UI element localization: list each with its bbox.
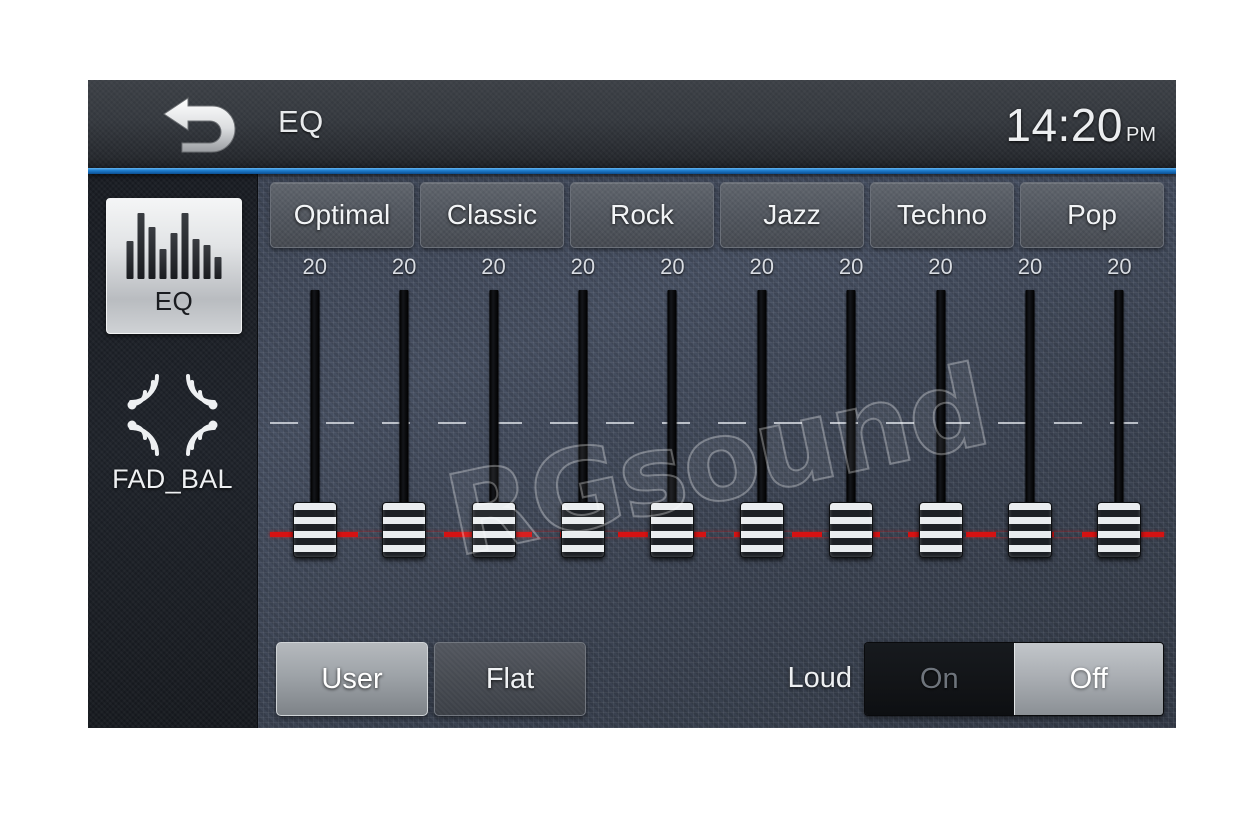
preset-button-optimal[interactable]: Optimal [270,182,414,248]
eq-band-thumb[interactable] [650,502,695,558]
loudness-on-label: On [919,662,959,695]
eq-band-thumb[interactable] [382,502,427,558]
preset-button-label: Jazz [763,199,821,230]
eq-band-value: 20 [928,254,953,279]
loudness-toggle: On Off [864,642,1164,716]
preset-button-pop[interactable]: Pop [1020,182,1164,248]
equalizer-bar-7 [203,245,211,279]
speaker-waves-icon [117,370,229,460]
eq-band-4: 20 [538,254,627,600]
user-preset-label: User [321,662,383,695]
preset-button-row: Optimal Classic Rock Jazz Techno Pop [270,182,1164,248]
flat-preset-label: Flat [485,662,535,695]
eq-panel: RGsound Optimal Classic Rock Jazz Techno Pop … [258,174,1176,728]
blue-accent-divider [88,168,1176,174]
eq-band-value: 20 [749,254,774,279]
equalizer-band-sliders: 20 20 20 20 20 20 20 20 20 20 [270,254,1164,600]
eq-band-thumb[interactable] [292,502,337,558]
equalizer-bar-3 [159,249,167,279]
preset-button-label: Rock [610,199,674,230]
eq-band-thumb[interactable] [1007,502,1052,558]
loudness-label: Loud [787,662,852,694]
flat-preset-button[interactable]: Flat [434,642,586,716]
speaker-wave-top-right-icon [186,374,218,410]
preset-button-label: Pop [1067,199,1117,230]
eq-band-value: 20 [838,254,864,279]
preset-button-label: Techno [896,199,988,230]
back-arrow-icon[interactable] [158,96,244,154]
user-preset-button[interactable]: User [276,642,428,716]
eq-band-7: 20 [806,254,895,600]
content-area: EQ FAD_BAL RGsound Optimal Classic Rock … [88,174,1176,728]
preset-button-jazz[interactable]: Jazz [720,182,864,248]
car-stereo-screen: EQ 14:20 PM EQ FAD_BAL RGsound Optimal C… [88,80,1176,728]
eq-band-9: 20 [985,254,1074,600]
screenshot-canvas: EQ 14:20 PM EQ FAD_BAL RGsound Optimal C… [0,0,1260,840]
loudness-on-button[interactable]: On [865,643,1014,715]
bottom-control-bar: User Flat Loud On Off [270,642,1164,720]
sidebar: EQ FAD_BAL [88,174,258,728]
preset-button-rock[interactable]: Rock [570,182,714,248]
sidebar-item-eq-label: EQ [154,286,194,316]
eq-band-8: 20 [896,254,985,600]
preset-button-classic[interactable]: Classic [420,182,564,248]
equalizer-bar-0 [126,241,134,279]
eq-band-5: 20 [628,254,717,600]
eq-band-thumb[interactable] [471,502,516,558]
back-arrow-glyph [163,97,236,153]
clock-ampm: PM [1126,124,1156,146]
eq-band-3: 20 [449,254,538,600]
eq-band-value: 20 [481,254,506,279]
eq-band-value: 20 [302,254,327,279]
equalizer-bar-2 [148,227,156,279]
equalizer-bar-4 [170,233,178,279]
preset-button-label: Classic [446,199,538,230]
page-title: EQ [278,104,324,139]
sidebar-item-fad-bal[interactable]: FAD_BAL [88,370,257,495]
eq-band-thumb[interactable] [829,502,874,558]
eq-band-value: 20 [660,254,685,279]
equalizer-bar-5 [181,213,189,279]
speaker-wave-bottom-right-icon [186,420,218,456]
sidebar-item-eq[interactable]: EQ [106,198,242,334]
header-bar: EQ 14:20 PM [88,80,1176,168]
eq-band-6: 20 [717,254,806,600]
equalizer-bar-1 [137,213,145,279]
eq-band-thumb[interactable] [560,502,605,558]
speaker-wave-bottom-left-icon [127,420,159,456]
eq-band-thumb[interactable] [918,502,963,558]
eq-band-value: 20 [391,254,417,279]
clock-time: 14:20 [1005,99,1123,151]
preset-button-techno[interactable]: Techno [870,182,1014,248]
eq-band-10: 20 [1075,254,1164,600]
eq-band-1: 20 [270,254,359,600]
loudness-off-button[interactable]: Off [1013,643,1163,715]
preset-button-label: Optimal [293,199,391,230]
eq-band-value: 20 [1107,254,1132,279]
equalizer-bar-8 [214,257,222,279]
eq-band-value: 20 [570,254,596,279]
eq-band-thumb[interactable] [1097,502,1142,558]
equalizer-bar-6 [192,239,200,279]
equalizer-bars-icon [126,213,222,279]
eq-band-value: 20 [1017,254,1043,279]
clock: 14:20 PM [1005,98,1156,152]
speaker-wave-top-left-icon [127,374,159,410]
eq-band-thumb[interactable] [739,502,784,558]
sidebar-item-fad-bal-label: FAD_BAL [112,464,233,494]
loudness-off-label: Off [1069,662,1108,695]
eq-band-2: 20 [359,254,448,600]
